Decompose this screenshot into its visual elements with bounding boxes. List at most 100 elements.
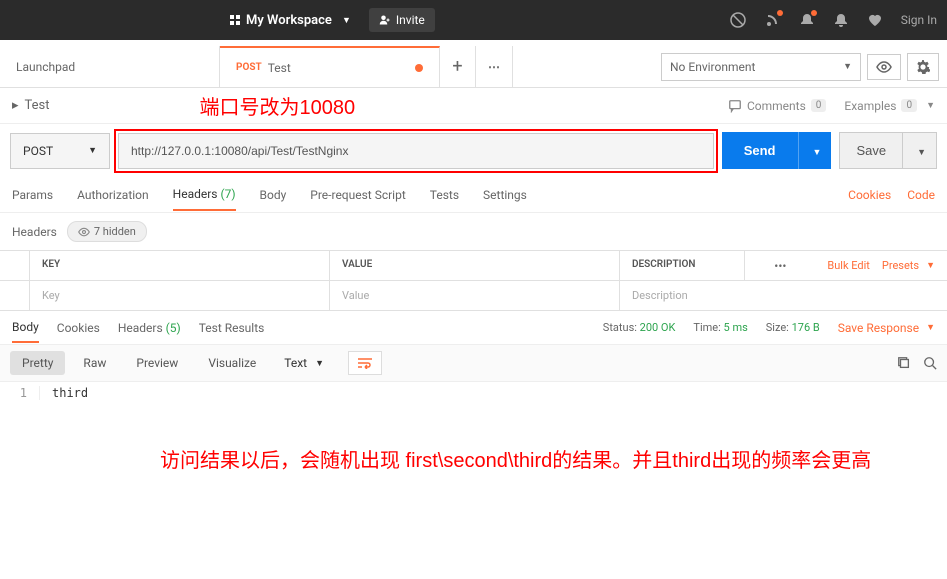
workspace-label: My Workspace	[246, 13, 332, 28]
environment-select[interactable]: No Environment ▼	[661, 53, 861, 81]
invite-button[interactable]: Invite	[369, 8, 435, 32]
tab-tests[interactable]: Tests	[430, 180, 459, 210]
search-button[interactable]	[923, 356, 937, 370]
tab-request-active[interactable]: POST Test	[220, 46, 440, 87]
description-input[interactable]: Description	[620, 281, 947, 310]
headers-table: KEY VALUE DESCRIPTION ••• Bulk Edit Pres…	[0, 250, 947, 311]
tab-authorization[interactable]: Authorization	[77, 180, 149, 210]
method-select[interactable]: POST ▼	[10, 133, 110, 169]
hidden-headers-toggle[interactable]: 7 hidden	[67, 221, 147, 242]
workspace-selector[interactable]: My Workspace ▼	[230, 13, 351, 28]
comments-button[interactable]: Comments 0	[728, 99, 826, 113]
response-toolbar: Pretty Raw Preview Visualize Text ▼	[0, 345, 947, 382]
value-input[interactable]: Value	[330, 281, 620, 310]
notification-icon[interactable]	[799, 12, 815, 28]
tab-headers-label: Headers	[173, 187, 218, 201]
tab-prerequest[interactable]: Pre-request Script	[310, 180, 405, 210]
person-plus-icon	[379, 14, 391, 26]
chevron-down-icon: ▼	[926, 260, 935, 271]
breadcrumb[interactable]: ▸ Test	[12, 98, 50, 113]
environment-settings-button[interactable]	[907, 53, 939, 81]
tab-headers-count: (7)	[220, 187, 235, 201]
tab-launchpad[interactable]: Launchpad	[0, 46, 220, 87]
key-header: KEY	[30, 251, 330, 280]
app-header: My Workspace ▼ Invite Sign In	[0, 0, 947, 40]
cookies-link[interactable]: Cookies	[848, 188, 891, 202]
line-number: 1	[0, 386, 40, 400]
table-header-row: KEY VALUE DESCRIPTION ••• Bulk Edit Pres…	[0, 251, 947, 281]
eye-icon	[78, 227, 90, 237]
wrap-icon	[357, 357, 373, 369]
response-content[interactable]: third	[40, 386, 88, 400]
bell-icon[interactable]	[833, 12, 849, 28]
description-header: DESCRIPTION	[620, 251, 745, 280]
comment-icon	[728, 99, 742, 113]
response-status: Status: 200 OK	[603, 321, 676, 334]
eye-icon	[876, 61, 892, 73]
value-header: VALUE	[330, 251, 620, 280]
environment-preview-button[interactable]	[867, 54, 901, 80]
tab-settings[interactable]: Settings	[483, 180, 527, 210]
view-visualize-button[interactable]: Visualize	[196, 351, 268, 375]
tab-options-button[interactable]: ⋯	[476, 46, 512, 87]
tab-headers[interactable]: Headers (7)	[173, 179, 236, 211]
method-value: POST	[23, 144, 53, 158]
tabs-row: Launchpad POST Test + ⋯ No Environment ▼	[0, 46, 947, 88]
chevron-down-icon: ▼	[813, 147, 822, 157]
copy-icon	[897, 356, 911, 370]
view-pretty-button[interactable]: Pretty	[10, 351, 65, 375]
url-input[interactable]	[118, 133, 714, 169]
view-raw-button[interactable]: Raw	[71, 351, 118, 375]
comments-count: 0	[811, 99, 827, 112]
chevron-down-icon: ▼	[315, 358, 324, 369]
tab-body[interactable]: Body	[260, 180, 287, 210]
tab-params[interactable]: Params	[12, 180, 53, 210]
save-dropdown-button[interactable]: ▼	[903, 132, 937, 169]
annotation-port: 端口号改为10080	[200, 91, 356, 120]
satellite-icon[interactable]	[765, 12, 781, 28]
response-tab-headers[interactable]: Headers (5)	[118, 314, 181, 342]
save-button[interactable]: Save	[839, 132, 903, 169]
sync-off-icon[interactable]	[729, 11, 747, 29]
bulk-edit-link[interactable]: Bulk Edit	[827, 259, 870, 272]
hidden-count-label: 7 hidden	[94, 225, 136, 238]
code-link[interactable]: Code	[907, 188, 935, 202]
headers-section-header: Headers 7 hidden	[0, 213, 947, 250]
request-name: Test	[25, 98, 50, 113]
view-preview-button[interactable]: Preview	[124, 351, 190, 375]
chevron-down-icon: ▼	[88, 145, 97, 156]
request-tabs: Params Authorization Headers (7) Body Pr…	[0, 177, 947, 213]
send-button[interactable]: Send	[722, 132, 798, 169]
table-row[interactable]: Key Value Description	[0, 281, 947, 310]
environment-selected: No Environment	[670, 60, 755, 74]
save-response-button[interactable]: Save Response ▼	[838, 321, 935, 335]
key-input[interactable]: Key	[30, 281, 330, 310]
invite-label: Invite	[396, 13, 425, 27]
chevron-right-icon: ▸	[12, 98, 19, 113]
chevron-down-icon: ▼	[342, 15, 351, 26]
response-tab-body[interactable]: Body	[12, 313, 39, 343]
comments-label: Comments	[747, 99, 806, 113]
column-options-button[interactable]: •••	[745, 251, 815, 280]
response-tab-cookies[interactable]: Cookies	[57, 314, 100, 342]
response-tab-test-results[interactable]: Test Results	[199, 314, 265, 342]
examples-button[interactable]: Examples 0 ▼	[844, 99, 935, 113]
presets-link[interactable]: Presets ▼	[882, 259, 935, 272]
send-dropdown-button[interactable]: ▼	[798, 132, 832, 169]
wrap-lines-button[interactable]	[348, 351, 382, 375]
headers-label: Headers	[12, 225, 57, 239]
breadcrumb-row: ▸ Test 端口号改为10080 Comments 0 Examples 0 …	[0, 88, 947, 124]
chevron-down-icon: ▼	[917, 147, 926, 157]
format-select[interactable]: Text ▼	[274, 351, 334, 375]
response-body: 1 third	[0, 382, 947, 404]
examples-label: Examples	[844, 99, 896, 113]
heart-icon[interactable]	[867, 12, 883, 28]
grid-icon	[230, 15, 240, 25]
sign-in-link[interactable]: Sign In	[901, 13, 937, 27]
copy-button[interactable]	[897, 356, 911, 370]
response-size: Size: 176 B	[766, 321, 820, 334]
new-tab-button[interactable]: +	[440, 46, 476, 87]
response-tabs-row: Body Cookies Headers (5) Test Results St…	[0, 311, 947, 345]
search-icon	[923, 356, 937, 370]
request-url-row: POST ▼ Send ▼ Save ▼	[0, 124, 947, 177]
